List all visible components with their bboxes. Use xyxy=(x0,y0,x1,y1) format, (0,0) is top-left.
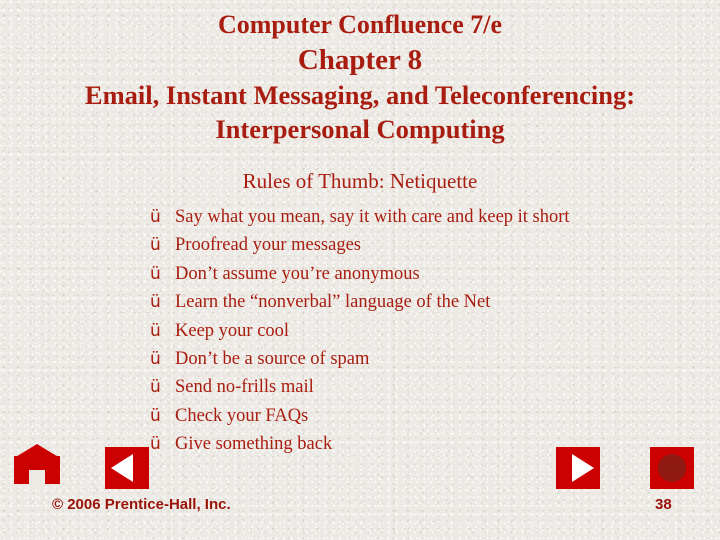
list-item-label: Say what you mean, say it with care and … xyxy=(175,207,570,227)
checkmark-icon: ü xyxy=(150,377,161,398)
list-item: ü Send no-frills mail xyxy=(150,373,690,401)
slide-subtitle: Rules of Thumb: Netiquette xyxy=(242,169,478,193)
list-item: ü Don’t be a source of spam xyxy=(150,345,690,373)
list-item-label: Send no-frills mail xyxy=(175,377,314,398)
checkmark-icon: ü xyxy=(150,263,161,284)
list-item-label: Check your FAQs xyxy=(175,405,309,426)
end-slide-icon[interactable] xyxy=(650,447,694,489)
checkmark-icon: ü xyxy=(150,434,161,455)
triangle-left-glyph xyxy=(111,454,133,482)
title-chapter: Chapter 8 xyxy=(297,44,423,76)
title-topic-line-1: Email, Instant Messaging, and Teleconfer… xyxy=(84,80,636,110)
list-item: ü Give something back xyxy=(150,430,690,458)
list-item-label: Don’t be a source of spam xyxy=(175,349,370,370)
circle-glyph xyxy=(658,454,686,482)
checkmark-icon: ü xyxy=(150,235,161,256)
list-item: ü Proofread your messages xyxy=(150,231,690,259)
title-course: Computer Confluence 7/e xyxy=(217,10,503,39)
list-item-label: Don’t assume you’re anonymous xyxy=(175,263,420,284)
slide-title: Computer Confluence 7/e Chapter 8 Email,… xyxy=(0,8,720,146)
list-item: ü Check your FAQs xyxy=(150,402,690,430)
home-door xyxy=(29,470,45,490)
list-item: ü Learn the “nonverbal” language of the … xyxy=(150,288,690,316)
list-item-label: Proofread your messages xyxy=(175,235,361,256)
next-slide-icon[interactable] xyxy=(556,447,600,489)
checkmark-icon: ü xyxy=(150,349,161,370)
home-icon[interactable] xyxy=(14,444,60,490)
list-item-label: Keep your cool xyxy=(175,320,290,341)
list-item: ü Say what you mean, say it with care an… xyxy=(150,203,690,231)
list-item: ü Keep your cool xyxy=(150,317,690,345)
previous-slide-icon[interactable] xyxy=(105,447,149,489)
checkmark-icon: ü xyxy=(150,405,161,426)
checkmark-icon: ü xyxy=(150,320,161,341)
page-number: 38 xyxy=(655,496,672,513)
triangle-right-glyph xyxy=(572,454,594,482)
list-item-label: Learn the “nonverbal” language of the Ne… xyxy=(175,292,491,313)
list-item-label: Give something back xyxy=(175,434,333,455)
copyright-footer: © 2006 Prentice-Hall, Inc. xyxy=(52,496,231,513)
title-topic-line-2: Interpersonal Computing xyxy=(215,114,505,144)
checkmark-icon: ü xyxy=(150,207,161,227)
bullet-list: ü Say what you mean, say it with care an… xyxy=(150,203,690,459)
slide-canvas: Computer Confluence 7/e Chapter 8 Email,… xyxy=(0,0,720,540)
list-item: ü Don’t assume you’re anonymous xyxy=(150,260,690,288)
checkmark-icon: ü xyxy=(150,292,161,313)
